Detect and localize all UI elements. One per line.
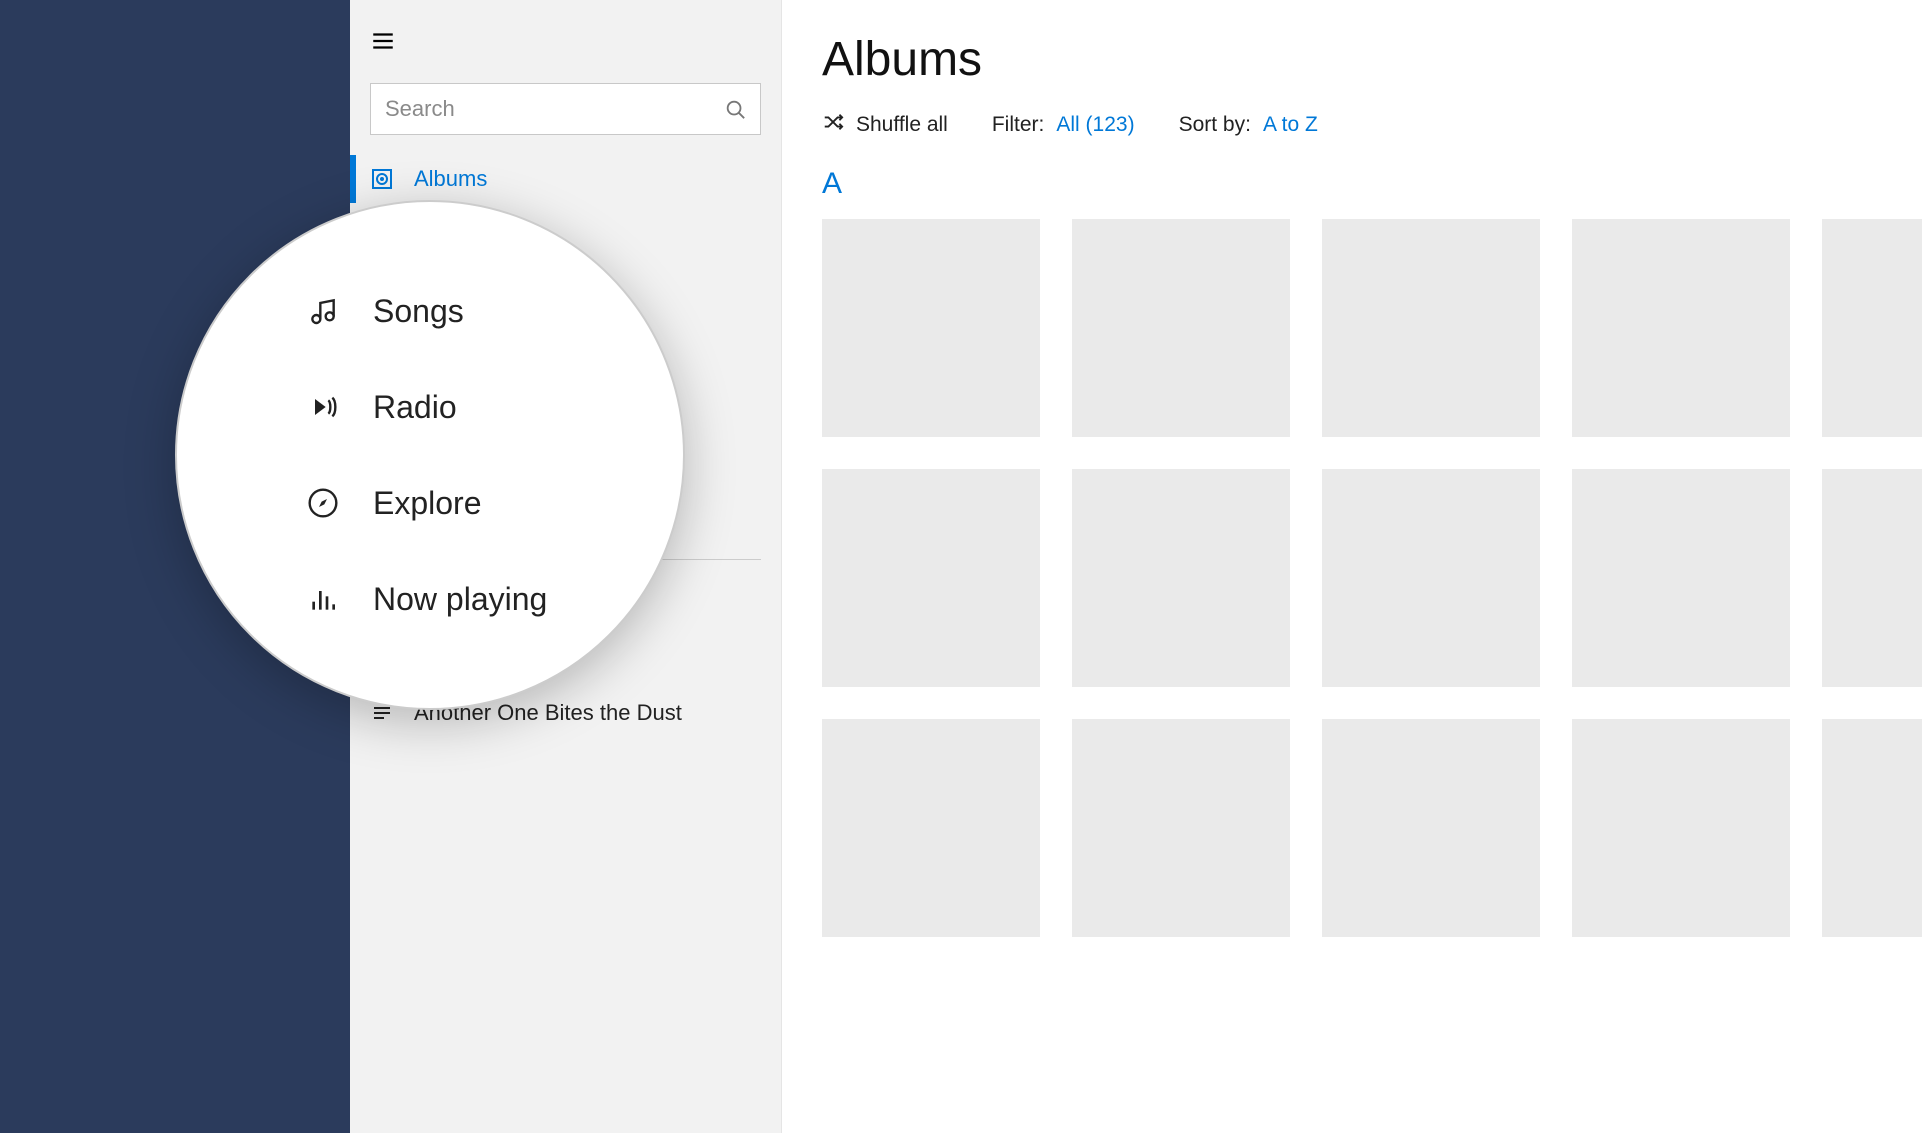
album-tile[interactable]: [1822, 219, 1922, 437]
shuffle-all-button[interactable]: Shuffle all: [822, 111, 948, 139]
sidebar-item-label: Now playing: [373, 581, 547, 618]
sidebar-item-label: Albums: [414, 166, 487, 192]
sidebar-item-label: Songs: [373, 293, 464, 330]
filter-value: All (123): [1056, 113, 1134, 137]
sort-control[interactable]: Sort by: A to Z: [1179, 113, 1318, 137]
album-tile[interactable]: [1572, 219, 1790, 437]
album-tile[interactable]: [822, 719, 1040, 937]
shuffle-label: Shuffle all: [856, 113, 948, 137]
toolbar: Shuffle all Filter: All (123) Sort by: A…: [822, 111, 1882, 139]
sidebar-item-now-playing[interactable]: Now playing: [307, 551, 683, 647]
album-tile[interactable]: [1072, 219, 1290, 437]
album-icon: [370, 167, 394, 191]
search-field[interactable]: [370, 83, 761, 135]
search-icon: [724, 98, 746, 120]
section-letter[interactable]: A: [822, 167, 1882, 201]
sort-label: Sort by:: [1179, 113, 1251, 137]
bars-icon: [307, 583, 339, 615]
album-tile[interactable]: [1822, 469, 1922, 687]
filter-control[interactable]: Filter: All (123): [992, 113, 1135, 137]
album-tile[interactable]: [1322, 469, 1540, 687]
sidebar-item-explore[interactable]: Explore: [307, 455, 683, 551]
album-tile[interactable]: [1822, 719, 1922, 937]
music-icon: [307, 295, 339, 327]
sidebar-item-label: Radio: [373, 389, 457, 426]
album-tile[interactable]: [1072, 469, 1290, 687]
album-tile[interactable]: [1572, 469, 1790, 687]
shuffle-icon: [822, 111, 844, 139]
compass-icon: [307, 487, 339, 519]
radio-icon: [307, 391, 339, 423]
album-tile[interactable]: [1572, 719, 1790, 937]
page-title: Albums: [822, 32, 1882, 87]
sidebar-item-radio[interactable]: Radio: [307, 359, 683, 455]
album-tile[interactable]: [1072, 719, 1290, 937]
sidebar-item-label: Explore: [373, 485, 482, 522]
album-grid: [822, 219, 1882, 937]
hamburger-icon: [370, 41, 396, 58]
main-content: Albums Shuffle all Filter: All (123) Sor…: [782, 0, 1922, 1133]
search-input[interactable]: [385, 96, 724, 122]
album-tile[interactable]: [1322, 719, 1540, 937]
zoom-lens: Songs Radio Explore: [175, 200, 685, 710]
sort-value: A to Z: [1263, 113, 1318, 137]
album-tile[interactable]: [822, 469, 1040, 687]
hamburger-button[interactable]: [350, 0, 781, 71]
sidebar-item-songs[interactable]: Songs: [307, 263, 683, 359]
album-tile[interactable]: [822, 219, 1040, 437]
album-tile[interactable]: [1322, 219, 1540, 437]
filter-label: Filter:: [992, 113, 1045, 137]
